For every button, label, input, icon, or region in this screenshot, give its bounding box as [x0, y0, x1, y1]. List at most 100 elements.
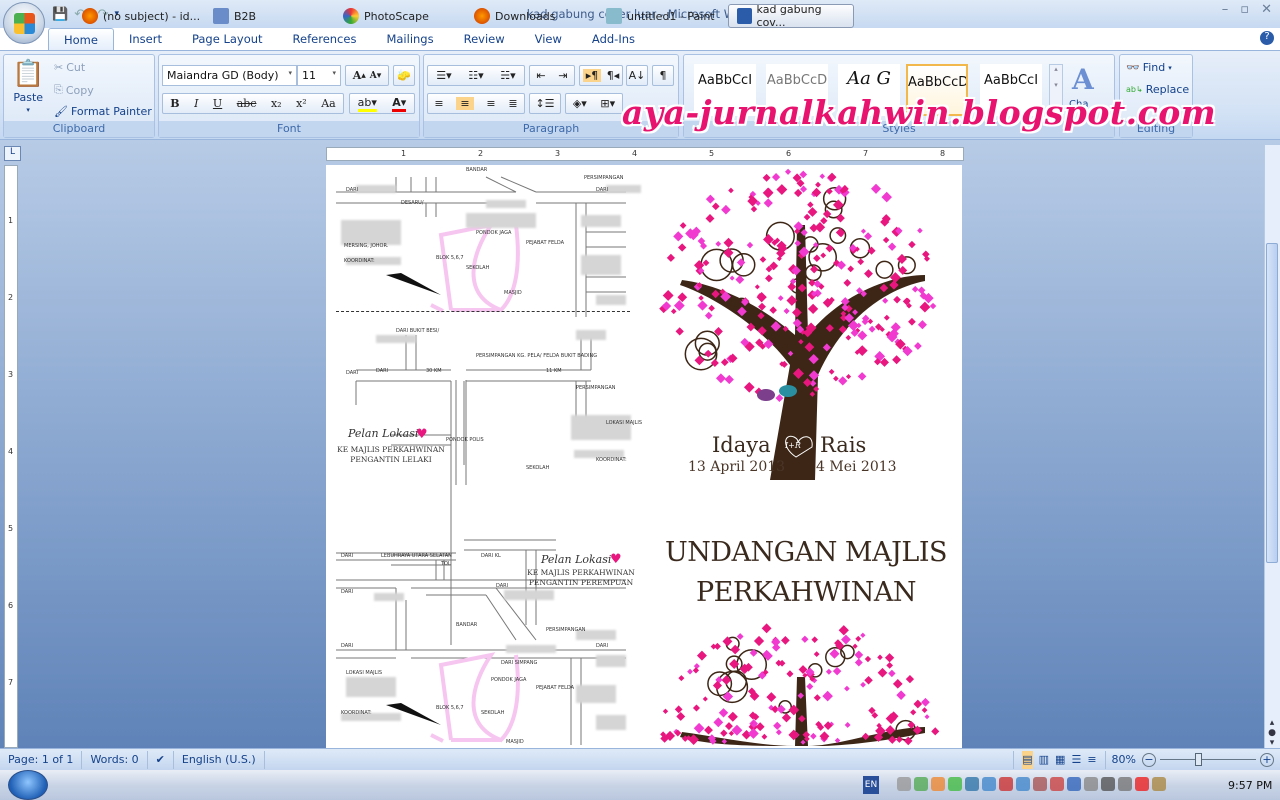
- tray-icon[interactable]: [965, 777, 979, 791]
- line-spacing-icon[interactable]: ↕☰: [529, 93, 561, 114]
- taskbar-item[interactable]: PhotoScape: [343, 4, 429, 28]
- decrease-indent-icon[interactable]: ⇤: [536, 69, 545, 82]
- bullets-icon[interactable]: ☰▾: [436, 69, 451, 82]
- minimize-icon[interactable]: –: [1222, 2, 1229, 17]
- zoom-in-icon[interactable]: +: [1260, 752, 1274, 767]
- start-button[interactable]: [8, 770, 48, 800]
- show-marks-icon[interactable]: ¶: [652, 65, 674, 86]
- tray-icon[interactable]: [1050, 777, 1064, 791]
- maximize-icon[interactable]: ▫: [1240, 2, 1249, 17]
- bold-button[interactable]: B: [170, 97, 179, 110]
- taskbar-item[interactable]: B2B: [213, 4, 256, 28]
- tab-page-layout[interactable]: Page Layout: [177, 28, 278, 50]
- indent-buttons: ⇤ ⇥: [529, 65, 575, 86]
- blossom: [748, 728, 759, 739]
- tab-view[interactable]: View: [520, 28, 577, 50]
- zoom-out-icon[interactable]: −: [1142, 752, 1156, 767]
- taskbar-item[interactable]: (no subject) - id...: [82, 4, 200, 28]
- horizontal-ruler[interactable]: 1 2 3 4 5 6 7 8: [326, 147, 964, 161]
- change-styles-icon[interactable]: A: [1072, 63, 1094, 96]
- tray-icon[interactable]: [1084, 777, 1098, 791]
- underline-button[interactable]: U: [213, 97, 222, 110]
- blossom: [929, 302, 937, 310]
- taskbar-item[interactable]: Downloads: [474, 4, 555, 28]
- clock[interactable]: 9:57 PM: [1228, 779, 1272, 792]
- zoom-level[interactable]: 80%: [1106, 753, 1142, 766]
- tray-icon[interactable]: [982, 777, 996, 791]
- shrink-font-button[interactable]: A: [370, 71, 377, 81]
- outline-icon[interactable]: ☰: [1071, 751, 1081, 769]
- tab-add-ins[interactable]: Add-Ins: [577, 28, 650, 50]
- subscript-button[interactable]: x₂: [271, 97, 282, 110]
- tab-review[interactable]: Review: [449, 28, 520, 50]
- tab-selector-button[interactable]: L: [4, 146, 21, 161]
- web-layout-icon[interactable]: ▦: [1055, 751, 1065, 769]
- tray-icon[interactable]: [1152, 777, 1166, 791]
- draft-icon[interactable]: ≡: [1087, 751, 1096, 769]
- close-icon[interactable]: ✕: [1261, 2, 1272, 17]
- tray-icon[interactable]: [1118, 777, 1132, 791]
- grow-shrink-font-buttons[interactable]: A ▴ A ▾: [345, 65, 389, 86]
- print-layout-icon[interactable]: ▤: [1022, 750, 1033, 769]
- tray-icon[interactable]: [1067, 777, 1081, 791]
- italic-button[interactable]: I: [194, 97, 198, 110]
- change-case-button[interactable]: Aa: [321, 97, 336, 110]
- tray-icon[interactable]: [931, 777, 945, 791]
- rtl-icon[interactable]: ¶◂: [607, 69, 620, 82]
- clear-formatting-button[interactable]: 🧽: [393, 65, 415, 86]
- tree-swirl: [731, 252, 756, 277]
- tray-icon[interactable]: [914, 777, 928, 791]
- page-count[interactable]: Page: 1 of 1: [0, 750, 83, 769]
- find-button[interactable]: 👓 Find ▾: [1126, 61, 1172, 74]
- tab-references[interactable]: References: [278, 28, 372, 50]
- office-button[interactable]: [3, 2, 45, 44]
- tab-mailings[interactable]: Mailings: [371, 28, 448, 50]
- zoom-slider-thumb[interactable]: [1195, 752, 1203, 766]
- help-icon[interactable]: ?: [1260, 31, 1274, 45]
- align-right-icon[interactable]: ≡: [486, 97, 495, 110]
- ltr-icon[interactable]: ▸¶: [582, 69, 602, 82]
- taskbar-item-active[interactable]: kad gabung cov...: [728, 3, 854, 29]
- document-page[interactable]: Pelan Lokasi ♥ KE MAJLIS PERKAHWINAN PENG…: [326, 165, 962, 748]
- blossom: [825, 244, 834, 253]
- format-painter-button[interactable]: 🖌 Format Painter: [54, 105, 152, 118]
- numbering-icon[interactable]: ☷▾: [468, 69, 483, 82]
- scrollbar-thumb[interactable]: [1266, 243, 1278, 563]
- cut-button[interactable]: ✂ Cut: [54, 61, 85, 74]
- font-color-icon[interactable]: A▾: [392, 96, 407, 112]
- multilevel-list-icon[interactable]: ☵▾: [500, 69, 515, 82]
- grow-font-button[interactable]: A: [353, 69, 362, 82]
- proofing-icon[interactable]: ✔: [148, 750, 174, 769]
- full-screen-reading-icon[interactable]: ▥: [1039, 751, 1049, 769]
- highlight-icon[interactable]: ab▾: [357, 96, 377, 112]
- align-left-icon[interactable]: ≡: [434, 97, 443, 110]
- shading-icon[interactable]: ◈▾: [573, 97, 587, 110]
- tray-icon[interactable]: [1016, 777, 1030, 791]
- superscript-button[interactable]: x²: [296, 97, 307, 110]
- zoom-slider[interactable]: [1160, 752, 1256, 767]
- taskbar-item[interactable]: untitled1 - Paint: [606, 4, 715, 28]
- browse-buttons[interactable]: ▴ ● ▾: [1266, 718, 1278, 748]
- tray-icon[interactable]: [1033, 777, 1047, 791]
- font-size-select[interactable]: 11 ▾: [297, 65, 341, 86]
- copy-button[interactable]: ⎘ Copy: [54, 83, 94, 97]
- vertical-ruler[interactable]: 1 2 3 4 5 6 7: [4, 165, 18, 748]
- increase-indent-icon[interactable]: ⇥: [558, 69, 567, 82]
- font-name-select[interactable]: Maiandra GD (Body) ▾: [162, 65, 297, 86]
- tab-insert[interactable]: Insert: [114, 28, 177, 50]
- tab-home[interactable]: Home: [48, 28, 114, 50]
- justify-icon[interactable]: ≣: [508, 97, 517, 110]
- tray-icon[interactable]: [948, 777, 962, 791]
- borders-icon[interactable]: ⊞▾: [600, 97, 615, 110]
- tray-icon[interactable]: [1135, 777, 1149, 791]
- tray-icon[interactable]: [999, 777, 1013, 791]
- strikethrough-button[interactable]: abc: [237, 97, 257, 110]
- align-center-icon[interactable]: ≡: [456, 97, 474, 110]
- language-indicator[interactable]: English (U.S.): [174, 750, 265, 769]
- language-bar[interactable]: EN: [863, 776, 879, 794]
- tray-icon[interactable]: [897, 777, 911, 791]
- paste-button[interactable]: 📋 Paste ▾: [12, 59, 44, 114]
- tray-icon[interactable]: [1101, 777, 1115, 791]
- sort-icon[interactable]: A↓: [626, 65, 648, 86]
- word-count[interactable]: Words: 0: [82, 750, 148, 769]
